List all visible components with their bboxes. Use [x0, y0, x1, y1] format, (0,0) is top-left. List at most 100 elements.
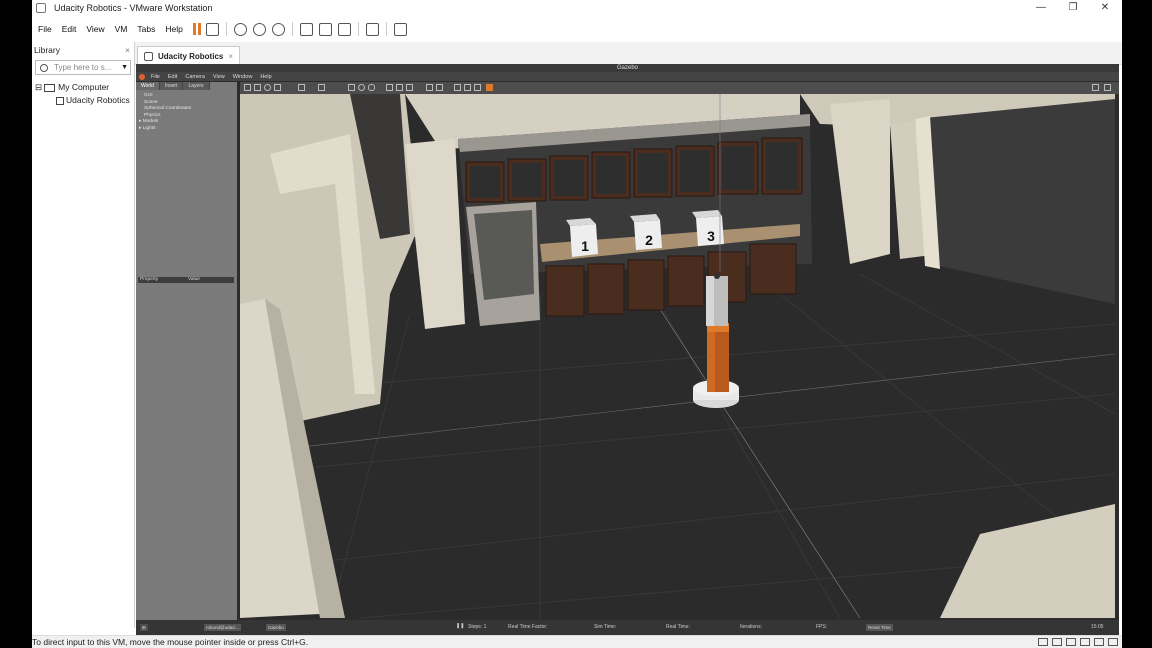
property-column: Property: [140, 277, 159, 282]
message-icon[interactable]: [1108, 638, 1118, 646]
display-icon[interactable]: [1094, 638, 1104, 646]
minimize-button[interactable]: —: [1026, 0, 1056, 16]
screenshot-icon[interactable]: [1092, 84, 1099, 91]
status-rtf: Real Time Factor:: [508, 624, 548, 630]
magnet-icon[interactable]: [474, 84, 481, 91]
search-icon: [40, 63, 48, 72]
undo-icon[interactable]: [298, 84, 305, 91]
collapse-icon[interactable]: ⊟: [35, 82, 42, 92]
guest-clock: 15:05: [1091, 624, 1104, 630]
hard-disk-icon[interactable]: [1038, 638, 1048, 646]
record-icon[interactable]: [486, 84, 493, 91]
vm-screen[interactable]: Gazebo File Edit Camera View Window Help…: [136, 64, 1119, 635]
menu-vm[interactable]: VM: [115, 24, 128, 34]
gazebo-menu-file[interactable]: File: [151, 74, 160, 80]
library-header: Library ×: [32, 42, 134, 58]
menu-view[interactable]: View: [86, 24, 104, 34]
cube-label: 3: [707, 228, 715, 244]
cube-label: 1: [581, 238, 589, 254]
status-sim-time: Sim Time:: [594, 624, 617, 630]
gazebo-toolbar: [240, 82, 1119, 94]
menu-file[interactable]: File: [38, 24, 52, 34]
gazebo-menu-help[interactable]: Help: [260, 74, 271, 80]
gazebo-menu-window[interactable]: Window: [233, 74, 253, 80]
thumbnail-bar-icon[interactable]: [318, 22, 332, 36]
close-button[interactable]: ✕: [1090, 0, 1120, 16]
gazebo-3d-viewport[interactable]: 1 2 3: [240, 94, 1115, 618]
tree-item-udacity-robotics[interactable]: Udacity Robotics: [32, 94, 134, 107]
box-shape-icon[interactable]: [348, 84, 355, 91]
snapshot-icon[interactable]: [233, 22, 247, 36]
tab-world[interactable]: World: [136, 82, 160, 90]
taskbar-gazebo[interactable]: Gazebo: [266, 624, 286, 631]
window-title: Udacity Robotics - VMware Workstation: [54, 3, 213, 13]
pause-icon[interactable]: [192, 23, 201, 35]
log-icon[interactable]: [1104, 84, 1111, 91]
gazebo-menu-view[interactable]: View: [213, 74, 225, 80]
library-title: Library: [34, 45, 60, 55]
sound-icon[interactable]: [1080, 638, 1090, 646]
usb-icon[interactable]: [1066, 638, 1076, 646]
menu-edit[interactable]: Edit: [62, 24, 77, 34]
copy-icon[interactable]: [426, 84, 433, 91]
tree-item-label: My Computer: [58, 82, 110, 92]
gazebo-menu-edit[interactable]: Edit: [168, 74, 177, 80]
gazebo-close-icon[interactable]: [139, 73, 145, 80]
sphere-shape-icon[interactable]: [358, 84, 365, 91]
toolbar-separator: [291, 22, 293, 36]
full-screen-icon[interactable]: [337, 22, 351, 36]
network-icon[interactable]: [1052, 638, 1062, 646]
tab-layers[interactable]: Layers: [183, 82, 210, 90]
tab-close-icon[interactable]: ×: [228, 52, 233, 61]
chevron-down-icon[interactable]: ▼: [121, 64, 128, 71]
revert-snapshot-icon[interactable]: [252, 22, 266, 36]
scale-mode-icon[interactable]: [274, 84, 281, 91]
taskbar-terminal[interactable]: robond@udaci...: [204, 624, 242, 631]
select-mode-icon[interactable]: [244, 84, 251, 91]
status-fps: FPS:: [816, 624, 828, 630]
pause-sim-icon[interactable]: ❚❚: [456, 623, 464, 629]
restore-button[interactable]: ❐: [1058, 0, 1088, 16]
title-bar: Udacity Robotics - VMware Workstation — …: [32, 0, 1122, 16]
menu-tabs[interactable]: Tabs: [137, 24, 155, 34]
send-ctrl-alt-del-icon[interactable]: [205, 22, 219, 36]
reset-time-button[interactable]: Reset Time: [866, 624, 893, 631]
tab-udacity-robotics[interactable]: Udacity Robotics ×: [137, 46, 241, 65]
snap-icon[interactable]: [464, 84, 471, 91]
tree-item-my-computer[interactable]: ⊟ My Computer: [32, 81, 134, 94]
vm-icon: [56, 96, 64, 105]
redo-icon[interactable]: [318, 84, 325, 91]
menu-bar: File Edit View VM Tabs Help: [32, 18, 1122, 40]
status-real-time: Real Time:: [666, 624, 690, 630]
library-search-input[interactable]: Type here to s... ▼: [35, 60, 131, 75]
spot-light-icon[interactable]: [396, 84, 403, 91]
paste-icon[interactable]: [436, 84, 443, 91]
toolbar-separator: [357, 22, 359, 36]
world-item-label: Lights: [142, 125, 156, 131]
snapshot-manager-icon[interactable]: [271, 22, 285, 36]
directional-light-icon[interactable]: [406, 84, 413, 91]
tree-item-label: Udacity Robotics: [66, 95, 130, 105]
console-view-icon[interactable]: [365, 22, 379, 36]
world-item-lights[interactable]: ▸ Lights: [139, 126, 237, 133]
stretch-guest-icon[interactable]: [393, 22, 407, 36]
refrigerator-door: [474, 210, 534, 300]
world-tree: GUI Scene Spherical Coordinates Physics …: [136, 90, 237, 132]
show-library-icon[interactable]: [299, 22, 313, 36]
library-close-icon[interactable]: ×: [125, 42, 130, 58]
tab-insert[interactable]: Insert: [159, 82, 184, 90]
device-icons: [1038, 638, 1118, 646]
rotate-mode-icon[interactable]: [264, 84, 271, 91]
taskbar-start-icon[interactable]: ⊞: [140, 624, 148, 631]
gazebo-title-bar: Gazebo: [136, 64, 1119, 72]
point-light-icon[interactable]: [386, 84, 393, 91]
menu-help[interactable]: Help: [165, 24, 182, 34]
align-icon[interactable]: [454, 84, 461, 91]
gazebo-menu-camera[interactable]: Camera: [185, 74, 205, 80]
cylinder-shape-icon[interactable]: [368, 84, 375, 91]
tab-label: Udacity Robotics: [158, 51, 224, 61]
status-iterations: Iterations:: [740, 624, 762, 630]
library-pane: Library × Type here to s... ▼ ⊟ My Comput…: [32, 42, 135, 628]
property-table-header: Property Value: [138, 277, 234, 283]
translate-mode-icon[interactable]: [254, 84, 261, 91]
